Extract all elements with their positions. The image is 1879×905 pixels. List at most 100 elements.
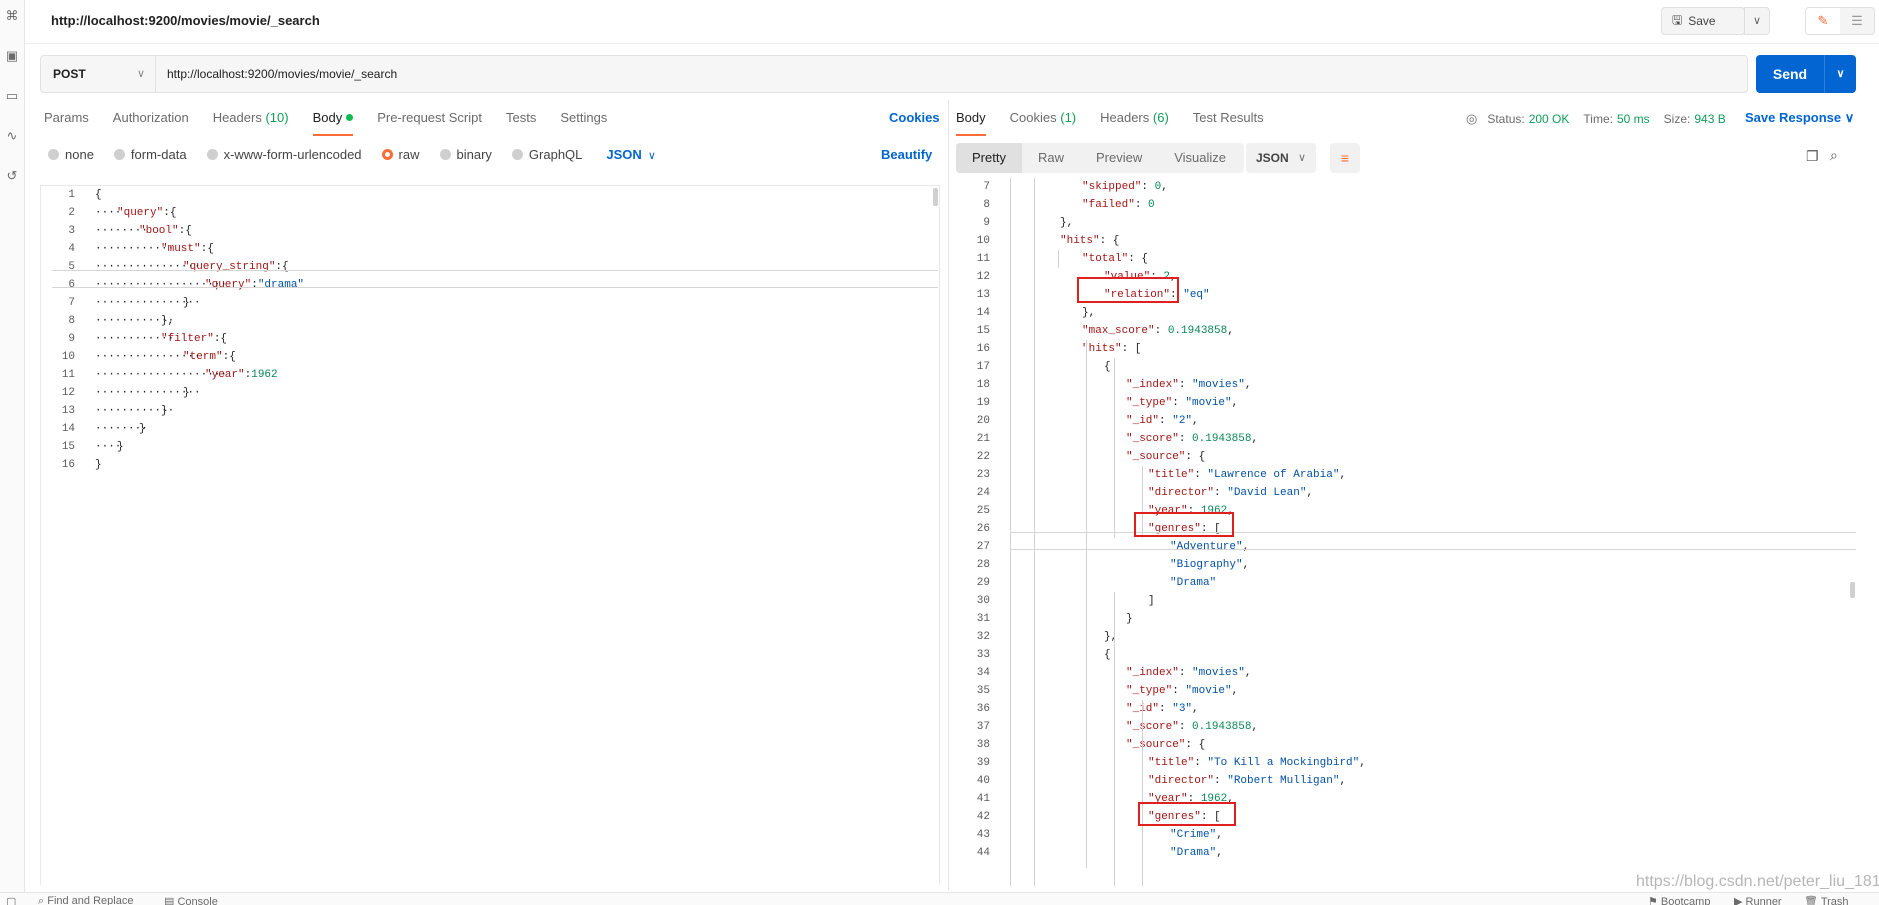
watermark-text: https://blog.csdn.net/peter_liu_181 [1636,873,1879,890]
body-format-value: JSON [606,147,642,162]
trash-button[interactable]: 🗑 Trash [1804,895,1849,905]
line-number: 35 [976,685,990,697]
save-button[interactable]: 🖫 Save ∨ [1661,7,1770,35]
save-response-button[interactable]: Save Response ∨ [1745,110,1854,126]
radio-form-data[interactable]: form-data [113,147,187,162]
code-text: "_source": { [1126,736,1205,754]
view-pretty[interactable]: Pretty [956,143,1022,173]
documentation-icon[interactable]: ☰ [1840,8,1874,34]
code-token: : [1159,415,1173,427]
code-text: "hits": [ [1082,340,1141,358]
line-number: 34 [976,667,990,679]
cookies-link[interactable]: Cookies [889,110,940,125]
code-token: : [1178,433,1193,445]
line-number: 11 [976,253,990,265]
code-token: 0.1943858 [1167,325,1228,337]
code-text: "failed": 0 [1082,196,1155,214]
radio-form-data-label: form-data [130,147,187,162]
history-icon[interactable]: ↺ [4,168,20,184]
environments-icon[interactable]: ▭ [4,88,20,104]
line-number: 33 [976,649,990,661]
find-replace-button[interactable]: ⌕ Find and Replace [38,895,133,905]
tab-test-results[interactable]: Test Results [1193,110,1264,136]
url-input[interactable] [167,64,1667,84]
radio-binary[interactable]: binary [439,147,492,162]
code-token: "movies" [1192,667,1245,679]
line-number: 15 [61,441,75,453]
request-title[interactable]: http://localhost:9200/movies/movie/_sear… [51,13,320,28]
search-icon[interactable]: ⌕ [1830,147,1838,164]
code-token: : [1214,487,1228,499]
code-text: { [1104,646,1111,664]
code-token: :{ [178,225,192,237]
view-preview[interactable]: Preview [1080,143,1158,173]
code-text: "Drama" [1170,574,1216,592]
tab-response-body[interactable]: Body [956,110,986,136]
beautify-button[interactable]: Beautify [881,147,932,162]
code-token: : [1154,325,1168,337]
radio-raw[interactable]: raw [381,147,420,162]
code-token: "hits" [1082,343,1122,355]
view-raw[interactable]: Raw [1022,143,1080,173]
view-visualize[interactable]: Visualize [1158,143,1242,173]
wrap-lines-icon[interactable]: ≡ [1330,143,1360,173]
send-dropdown-chevron-icon[interactable]: ∨ [1824,55,1856,93]
response-scrollbar[interactable] [1850,582,1855,598]
globe-icon[interactable]: ◎ [1466,111,1477,127]
radio-none[interactable]: none [48,147,94,162]
code-text: "_score": 0.1943858, [1126,430,1258,448]
tab-prerequest-script[interactable]: Pre-request Script [377,110,482,136]
whitespace-dots: ············ [95,333,175,345]
send-button[interactable]: Send ∨ [1756,55,1856,93]
edit-pencil-icon[interactable]: ✎ [1806,8,1840,34]
tab-params[interactable]: Params [44,110,89,136]
code-token: "eq" [1183,289,1210,301]
request-editor-scrollbar[interactable] [933,188,938,206]
radio-graphql[interactable]: GraphQL [511,147,582,162]
tab-tests[interactable]: Tests [506,110,536,136]
request-body-editor[interactable]: 1{2 "query":{···· 3 "bool":{········ 4 "must"… [40,185,940,885]
left-rail: ⌘ ▣ ▭ ∿ ↺ [0,0,25,905]
code-token: "title" [1148,757,1195,769]
bootcamp-button[interactable]: ⚑ Bootcamp [1648,895,1710,905]
code-text: ] [1148,592,1155,610]
tab-authorization[interactable]: Authorization [113,110,189,136]
response-format-select[interactable]: JSON ∨ [1246,143,1316,173]
code-token: : [1178,667,1193,679]
line-number: 23 [976,469,990,481]
size-label: Size: [1663,112,1691,126]
panel-divider[interactable] [948,100,949,890]
code-token: 1962 [251,369,278,381]
method-select[interactable]: POST ∨ [41,56,156,92]
apis-icon[interactable]: ▣ [4,48,20,64]
save-dropdown-chevron-icon[interactable]: ∨ [1744,7,1770,35]
view-mode-toggle[interactable]: ✎ ☰ [1805,7,1875,35]
indent-guide [1114,358,1115,538]
runner-button[interactable]: ▶ Runner [1734,895,1782,905]
tab-response-cookies[interactable]: Cookies (1) [1010,110,1076,136]
sidebar-toggle-icon[interactable]: ▢ [6,895,16,905]
code-token: : { [1185,739,1206,751]
line-number: 13 [976,289,990,301]
code-token: : [1214,775,1228,787]
tab-headers[interactable]: Headers (10) [213,110,289,136]
time-value[interactable]: 50 ms [1617,112,1650,126]
copy-icon[interactable]: ❐ [1806,148,1819,165]
code-text: "total": { [1082,250,1148,268]
whitespace-dots: ············ [95,243,175,255]
monitors-icon[interactable]: ∿ [4,128,20,144]
tab-body[interactable]: Body [312,110,354,136]
code-token: } [95,459,102,471]
tab-response-headers[interactable]: Headers (6) [1100,110,1169,136]
body-format-select[interactable]: JSON ∨ [606,147,655,162]
radio-urlencoded[interactable]: x-www-form-urlencoded [206,147,362,162]
status-value[interactable]: 200 OK [1529,112,1570,126]
line-number: 43 [976,829,990,841]
runner-label: Runner [1745,896,1782,905]
tab-settings[interactable]: Settings [560,110,607,136]
console-button[interactable]: ▤ Console [164,895,218,905]
line-number: 40 [976,775,990,787]
code-text: "max_score": 0.1943858, [1082,322,1234,340]
collections-icon[interactable]: ⌘ [4,8,20,24]
size-value[interactable]: 943 B [1694,112,1725,126]
